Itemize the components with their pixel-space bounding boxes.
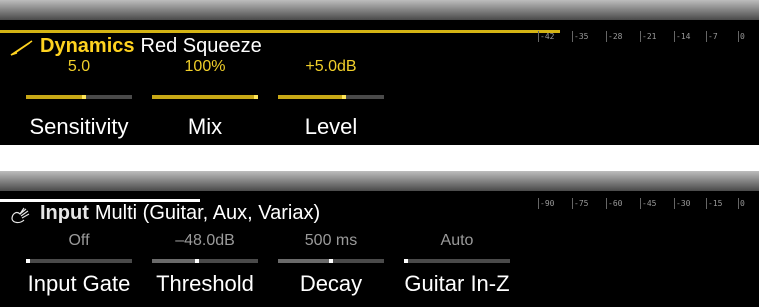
- param-label: Threshold: [156, 271, 254, 296]
- meter-tick-label: -90: [537, 198, 555, 209]
- param-slider-track[interactable]: [152, 95, 258, 99]
- param-slider-track[interactable]: [278, 259, 384, 263]
- param-value: –48.0dB: [175, 232, 235, 249]
- meter-tick-label: -21: [639, 31, 657, 42]
- meter-tick-label: 0: [738, 198, 745, 209]
- param-slider-track[interactable]: [26, 259, 132, 263]
- param-value: Off: [68, 232, 90, 249]
- meter-tick-label: -75: [571, 198, 589, 209]
- meter-tick-label: -7: [706, 31, 718, 42]
- param-slider-fill: [152, 259, 197, 263]
- param-value: 100%: [184, 58, 226, 75]
- param-label: Decay: [299, 271, 363, 296]
- param-row: Off Input Gate –48.0dB Threshold 500 ms …: [0, 171, 520, 307]
- meter-tick-label: -30: [673, 198, 691, 209]
- level-meter: -90 -75 -60 -45 -30 -15 0: [536, 198, 756, 215]
- meter-tick-label: -60: [605, 198, 623, 209]
- meter-tick-label: -15: [705, 198, 723, 209]
- param-value: 500 ms: [304, 232, 358, 249]
- meter-tick-label: -28: [605, 31, 623, 42]
- param-slider-knob[interactable]: [194, 259, 199, 263]
- param-slider-fill: [278, 95, 344, 99]
- param-value: Auto: [440, 232, 474, 249]
- meter-tick-label: -14: [673, 31, 691, 42]
- param-label: Mix: [187, 114, 223, 139]
- param-row: 5.0 Sensitivity 100% Mix +5.0dB Level: [0, 0, 520, 145]
- param-value: 5.0: [67, 58, 91, 75]
- meter-tick-label: -35: [571, 31, 589, 42]
- param-slider-fill: [152, 95, 258, 99]
- param-label: Level: [304, 114, 358, 139]
- meter-tick-label: 0: [738, 31, 745, 42]
- param-slider-knob[interactable]: [341, 95, 346, 99]
- param-slider-track[interactable]: [404, 259, 510, 263]
- param-slider-knob[interactable]: [404, 259, 408, 263]
- param-slider-knob[interactable]: [26, 259, 30, 263]
- param-slider-fill: [278, 259, 331, 263]
- param-slider-track[interactable]: [278, 95, 384, 99]
- param-label: Input Gate: [27, 271, 131, 296]
- meter-tick-label: -42: [537, 31, 555, 42]
- input-block-panel: Input Multi (Guitar, Aux, Variax) Off In…: [0, 171, 759, 307]
- param-label: Guitar In-Z: [404, 271, 510, 296]
- param-slider-knob[interactable]: [82, 95, 87, 99]
- param-label: Sensitivity: [29, 114, 129, 139]
- param-slider-track[interactable]: [152, 259, 258, 263]
- level-meter: -42 -35 -28 -21 -14 -7 0: [536, 31, 756, 48]
- meter-tick-label: -45: [639, 198, 657, 209]
- param-slider-track[interactable]: [26, 95, 132, 99]
- param-slider-knob[interactable]: [329, 259, 333, 263]
- param-value: +5.0dB: [305, 58, 357, 75]
- param-slider-knob[interactable]: [254, 95, 258, 99]
- param-slider-fill: [26, 95, 85, 99]
- dynamics-block-panel: Dynamics Red Squeeze 5.0 Sensitivity 100…: [0, 0, 759, 145]
